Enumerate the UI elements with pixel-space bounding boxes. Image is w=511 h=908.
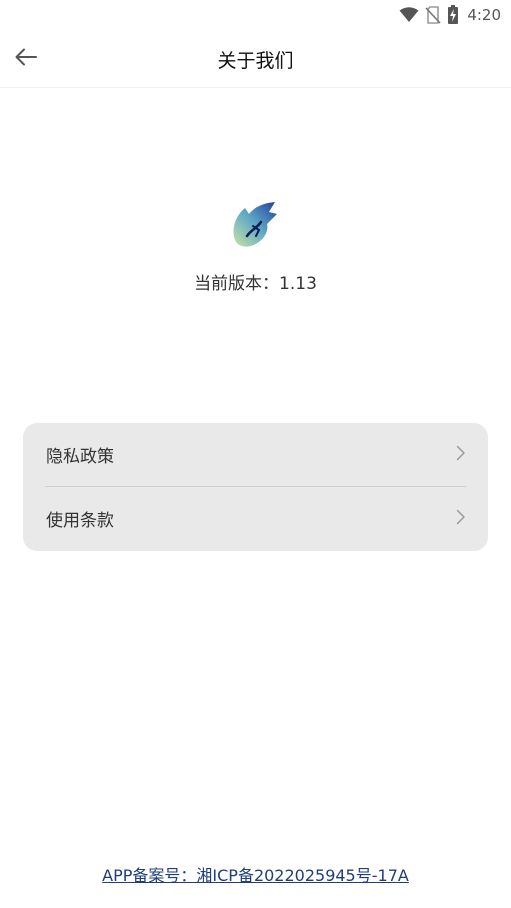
privacy-policy-item[interactable]: 隐私政策 <box>23 423 488 486</box>
version-label: 当前版本：1.13 <box>194 273 317 294</box>
battery-charging-icon <box>447 5 459 25</box>
status-bar: 4:20 <box>0 0 511 30</box>
back-button[interactable] <box>6 39 46 79</box>
status-time: 4:20 <box>467 6 501 24</box>
chevron-right-icon <box>456 509 466 529</box>
arrow-left-icon <box>15 48 37 70</box>
terms-of-use-item[interactable]: 使用条款 <box>23 487 488 550</box>
icp-filing-link[interactable]: APP备案号：湘ICP备2022025945号-17A <box>0 862 511 886</box>
menu-item-label: 隐私政策 <box>46 447 114 467</box>
app-bar: 关于我们 <box>0 30 511 88</box>
menu-card: 隐私政策 使用条款 <box>23 423 488 551</box>
about-us-screen: 4:20 关于我们 当前版本：1.13 隐私政策 使用条款 APP备案号：湘IC… <box>0 0 511 908</box>
wifi-icon <box>399 7 419 23</box>
chevron-right-icon <box>456 445 466 465</box>
page-title: 关于我们 <box>217 49 294 72</box>
no-sim-icon <box>425 6 441 24</box>
menu-item-label: 使用条款 <box>46 511 114 531</box>
dragon-logo-icon <box>229 200 279 248</box>
